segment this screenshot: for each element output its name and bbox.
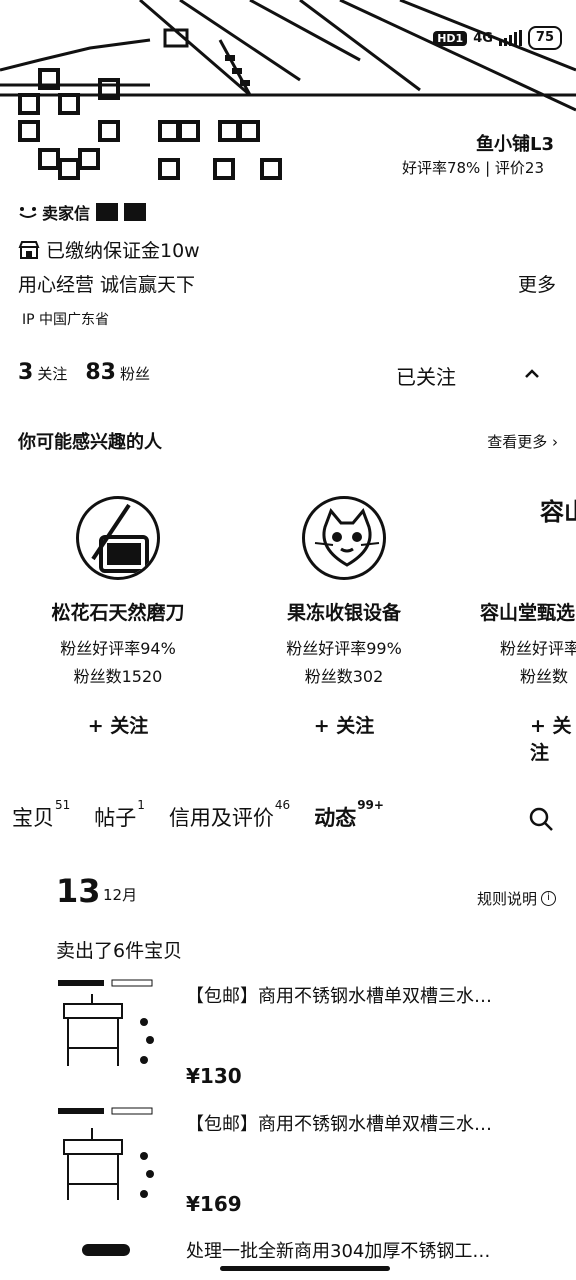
tab-count: 99+ — [357, 798, 384, 812]
deposit-label: 已缴纳保证金10w — [46, 240, 200, 262]
badge-block — [96, 203, 119, 221]
suggestions-title: 你可能感兴趣的人 — [18, 432, 162, 453]
tab-credit-reviews[interactable]: 信用及评价46 — [168, 798, 290, 832]
followed-button[interactable]: 已关注 — [396, 361, 456, 390]
suggestions-more-label: 查看更多 — [487, 433, 548, 451]
suggestion-rating: 粉丝好评率 — [500, 639, 576, 658]
fans-label[interactable]: 粉丝 — [120, 363, 150, 384]
fans-count[interactable]: 83 — [85, 360, 116, 385]
more-button[interactable]: 更多 — [518, 270, 556, 297]
tab-items[interactable]: 宝贝51 — [12, 798, 70, 832]
suggestion-fans: 粉丝数 — [520, 667, 569, 686]
tab-count: 1 — [137, 798, 145, 812]
item-price: ¥130 — [186, 1064, 242, 1088]
signal-icon — [498, 30, 522, 46]
sold-summary: 卖出了6件宝贝 — [56, 940, 183, 962]
tab-label: 动态 — [314, 806, 357, 830]
item-title[interactable]: 处理一批全新商用304加厚不锈钢工… — [186, 1237, 556, 1263]
avatar[interactable] — [76, 496, 160, 580]
suggestion-card[interactable]: 容山堂 容山堂甄选 粉丝好评率 粉丝数 + 关注 — [466, 496, 576, 765]
suggestions-more-link[interactable]: 查看更多 › — [487, 431, 558, 452]
tab-label: 信用及评价 — [168, 806, 274, 830]
tab-label: 帖子 — [94, 806, 137, 830]
following-count[interactable]: 3 — [18, 360, 33, 385]
suggestion-name: 容山堂甄选 — [480, 602, 576, 624]
profile-tabs: 宝贝51 帖子1 信用及评价46 动态99+ — [12, 798, 408, 832]
badge-block — [124, 203, 147, 221]
chevron-up-icon[interactable] — [522, 364, 542, 384]
search-icon[interactable] — [528, 806, 554, 832]
hd-badge: HD1 — [433, 30, 468, 46]
item-title: 【包邮】商用不锈钢水槽单双槽三水… — [186, 986, 492, 1007]
list-item[interactable]: 【包邮】商用不锈钢水槽单双槽三水… ¥169 — [56, 1104, 556, 1224]
avatar[interactable]: 容山堂 — [540, 496, 576, 580]
home-indicator[interactable] — [220, 1266, 390, 1271]
battery-icon: 75 — [527, 26, 562, 50]
cat-avatar-icon — [314, 508, 380, 567]
shop-icon — [18, 240, 40, 259]
following-label[interactable]: 关注 — [37, 363, 67, 384]
suggestion-name: 松花石天然磨刀 — [51, 602, 185, 624]
seller-level-title: 鱼小铺L3 — [476, 134, 554, 155]
rules-label: 规则说明 — [476, 890, 537, 908]
seller-rating[interactable]: 好评率78% | 评价23 — [402, 157, 544, 178]
tab-activity[interactable]: 动态99+ — [314, 798, 384, 832]
tab-label: 宝贝 — [12, 806, 54, 830]
tab-count: 46 — [274, 798, 291, 812]
rules-link[interactable]: 规则说明 i — [477, 888, 556, 909]
suggestion-card[interactable]: 果冻收银设备 粉丝好评率99% 粉丝数302 + 关注 — [234, 496, 454, 738]
suggestion-name: 果冻收银设备 — [286, 602, 401, 624]
suggestion-rating: 粉丝好评率99% — [286, 639, 402, 658]
suggestion-fans: 粉丝数1520 — [73, 667, 163, 686]
feed-date-day: 13 — [56, 872, 101, 910]
suggestion-rating: 粉丝好评率94% — [60, 639, 176, 658]
seller-tag-label: 卖家信 — [42, 204, 91, 223]
follow-button[interactable]: + 关注 — [8, 711, 228, 738]
ip-location: IP 中国广东省 — [22, 312, 110, 328]
avatar[interactable] — [302, 496, 386, 580]
item-price: ¥169 — [186, 1192, 242, 1216]
shop-motto: 用心经营 诚信赢天下 — [18, 274, 196, 296]
chevron-right-icon: › — [552, 433, 558, 451]
tab-posts[interactable]: 帖子1 — [94, 798, 145, 832]
suggestion-card[interactable]: 松花石天然磨刀 粉丝好评率94% 粉丝数1520 + 关注 — [8, 496, 228, 738]
deposit-info[interactable]: 已缴纳保证金10w — [18, 236, 200, 263]
item-title: 【包邮】商用不锈钢水槽单双槽三水… — [186, 1114, 492, 1135]
sink-thumbnail-image — [58, 979, 154, 1066]
feed-date-month: 12月 — [103, 886, 138, 904]
follow-stats: 3 关注 83 粉丝 — [18, 360, 164, 385]
smile-icon — [19, 207, 37, 218]
seller-tag: 卖家信 — [18, 200, 147, 224]
list-item[interactable]: 【包邮】商用不锈钢水槽单双槽三水… ¥130 — [56, 976, 556, 1096]
suggestion-fans: 粉丝数302 — [304, 667, 384, 686]
item-thumbnail-tag — [82, 1244, 130, 1256]
whetstone-avatar-icon — [91, 503, 149, 573]
status-bar: HD1 4G 75 — [433, 26, 562, 50]
network-label: 4G — [473, 30, 493, 46]
tab-count: 51 — [55, 798, 71, 812]
info-icon: i — [541, 891, 556, 906]
follow-button[interactable]: + 关注 — [234, 711, 454, 738]
sink-thumbnail-image — [58, 1107, 154, 1200]
follow-button[interactable]: + 关注 — [530, 711, 576, 765]
